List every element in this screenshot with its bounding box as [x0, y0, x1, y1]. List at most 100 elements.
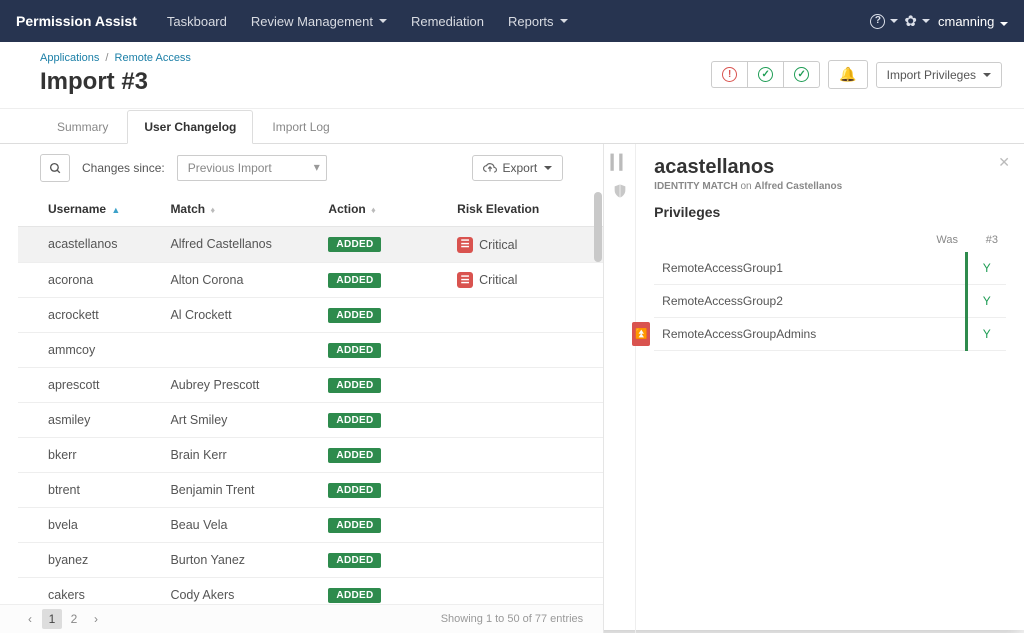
privilege-row[interactable]: ⏫RemoteAccessGroupAdminsY	[654, 318, 1006, 351]
col-username[interactable]: Username ▲	[18, 192, 158, 227]
added-badge: ADDED	[328, 273, 381, 288]
pager-page-2[interactable]: 2	[64, 609, 84, 629]
table-row[interactable]: byanezBurton YanezADDED	[18, 543, 603, 578]
cell-action: ADDED	[316, 298, 445, 333]
privileges-heading: Privileges	[654, 204, 1006, 220]
added-badge: ADDED	[328, 518, 381, 533]
table-row[interactable]: bvelaBeau Vela ADDED	[18, 508, 603, 543]
gear-icon[interactable]: ✿	[904, 12, 930, 30]
scrollbar[interactable]	[593, 192, 603, 604]
added-badge: ADDED	[328, 343, 381, 358]
col-match[interactable]: Match ♦	[158, 192, 316, 227]
breadcrumb-leaf[interactable]: Remote Access	[115, 52, 191, 64]
cell-username: ammcoy	[18, 333, 158, 368]
nav-item-reports[interactable]: Reports	[498, 8, 578, 35]
table-row[interactable]: aprescottAubrey PrescottADDED	[18, 368, 603, 403]
tab-summary[interactable]: Summary	[40, 110, 125, 144]
notifications-button[interactable]: 🔔	[828, 60, 867, 89]
alert-icon: !	[722, 67, 737, 82]
cell-match: Al Crockett	[158, 298, 316, 333]
pause-icon[interactable]: ▎▎	[611, 154, 629, 171]
cell-match: Art Smiley	[158, 403, 316, 438]
tab-import-log[interactable]: Import Log	[255, 110, 346, 144]
cell-risk	[445, 578, 603, 605]
detail-panel: ✕ acastellanos IDENTITY MATCH on Alfred …	[636, 144, 1024, 633]
cell-risk	[445, 368, 603, 403]
tabs: Summary User Changelog Import Log	[0, 109, 1024, 144]
changes-since-select[interactable]: Previous Import	[177, 155, 327, 181]
current-user[interactable]: cmanning	[938, 14, 1008, 29]
status-check1-button[interactable]: ✓	[747, 61, 783, 88]
cell-risk	[445, 438, 603, 473]
nav-item-taskboard[interactable]: Taskboard	[157, 8, 237, 35]
table-row[interactable]: btrentBenjamin TrentADDED	[18, 473, 603, 508]
table-footer: ‹ 1 2 › Showing 1 to 50 of 77 entries	[0, 604, 603, 633]
privilege-row[interactable]: RemoteAccessGroup1Y	[654, 252, 1006, 285]
table-row[interactable]: asmileyArt SmileyADDED	[18, 403, 603, 438]
cell-username: bvela	[18, 508, 158, 543]
cell-username: byanez	[18, 543, 158, 578]
cell-action: ADDED	[316, 262, 445, 298]
tab-user-changelog[interactable]: User Changelog	[127, 110, 253, 144]
export-button[interactable]: Export	[472, 155, 563, 181]
changelog-table: Username ▲ Match ♦ Action ♦ Risk Elevati…	[18, 192, 603, 604]
table-row[interactable]: bkerrBrain KerrADDED	[18, 438, 603, 473]
cell-match: Cody Akers	[158, 578, 316, 605]
help-icon[interactable]: ?	[870, 14, 898, 29]
search-button[interactable]	[40, 154, 70, 182]
added-badge: ADDED	[328, 588, 381, 603]
cell-match: Aubrey Prescott	[158, 368, 316, 403]
sort-asc-icon: ▲	[111, 205, 120, 215]
right-pane: ▎▎ ✕ acastellanos IDENTITY MATCH on Alfr…	[604, 144, 1024, 633]
col-was: Was	[918, 228, 966, 252]
close-icon[interactable]: ✕	[998, 154, 1010, 171]
header-actions: ! ✓ ✓ 🔔 Import Privileges	[711, 60, 1002, 89]
import-privileges-button[interactable]: Import Privileges	[876, 62, 1002, 88]
added-badge: ADDED	[328, 448, 381, 463]
filter-row: Changes since: Previous Import Export	[0, 144, 603, 192]
table-row[interactable]: acastellanosAlfred CastellanosADDED☰Crit…	[18, 227, 603, 263]
cell-username: acorona	[18, 262, 158, 298]
table-row[interactable]: ammcoy ADDED	[18, 333, 603, 368]
nav-right: ? ✿ cmanning	[870, 12, 1008, 30]
nav-item-review-management[interactable]: Review Management	[241, 8, 397, 35]
status-alert-button[interactable]: !	[711, 61, 747, 88]
cell-username: acastellanos	[18, 227, 158, 263]
left-pane: Changes since: Previous Import Export Us…	[0, 144, 604, 633]
shield-icon[interactable]	[612, 183, 628, 202]
search-icon	[49, 162, 62, 175]
table-wrap: Username ▲ Match ♦ Action ♦ Risk Elevati…	[0, 192, 603, 604]
cell-risk	[445, 508, 603, 543]
status-check2-button[interactable]: ✓	[783, 61, 820, 88]
nav-item-remediation[interactable]: Remediation	[401, 8, 494, 35]
privilege-row[interactable]: RemoteAccessGroup2Y	[654, 285, 1006, 318]
pager-prev[interactable]: ‹	[20, 609, 40, 629]
cell-risk	[445, 543, 603, 578]
cell-action: ADDED	[316, 543, 445, 578]
breadcrumb-root[interactable]: Applications	[40, 52, 99, 64]
cell-action: ADDED	[316, 227, 445, 263]
cell-now: Y	[966, 318, 1006, 351]
page-title: Import #3	[40, 68, 191, 96]
pager-next[interactable]: ›	[86, 609, 106, 629]
cell-now: Y	[966, 285, 1006, 318]
cell-match: Beau Vela	[158, 508, 316, 543]
content: Changes since: Previous Import Export Us…	[0, 144, 1024, 633]
col-risk[interactable]: Risk Elevation	[445, 192, 603, 227]
page-header: Applications / Remote Access Import #3 !…	[0, 42, 1024, 109]
privileges-table: Was #3 RemoteAccessGroup1YRemoteAccessGr…	[654, 228, 1006, 351]
table-row[interactable]: acoronaAlton CoronaADDED☰Critical	[18, 262, 603, 298]
cell-action: ADDED	[316, 333, 445, 368]
pager-page-1[interactable]: 1	[42, 609, 62, 629]
cell-username: asmiley	[18, 403, 158, 438]
cell-username: cakers	[18, 578, 158, 605]
brand: Permission Assist	[16, 13, 137, 29]
cell-match: Burton Yanez	[158, 543, 316, 578]
added-badge: ADDED	[328, 378, 381, 393]
cell-risk	[445, 298, 603, 333]
table-row[interactable]: acrockettAl CrockettADDED	[18, 298, 603, 333]
added-badge: ADDED	[328, 237, 381, 252]
col-action[interactable]: Action ♦	[316, 192, 445, 227]
nav-items: Taskboard Review Management Remediation …	[157, 8, 871, 35]
table-row[interactable]: cakersCody Akers ADDED	[18, 578, 603, 605]
